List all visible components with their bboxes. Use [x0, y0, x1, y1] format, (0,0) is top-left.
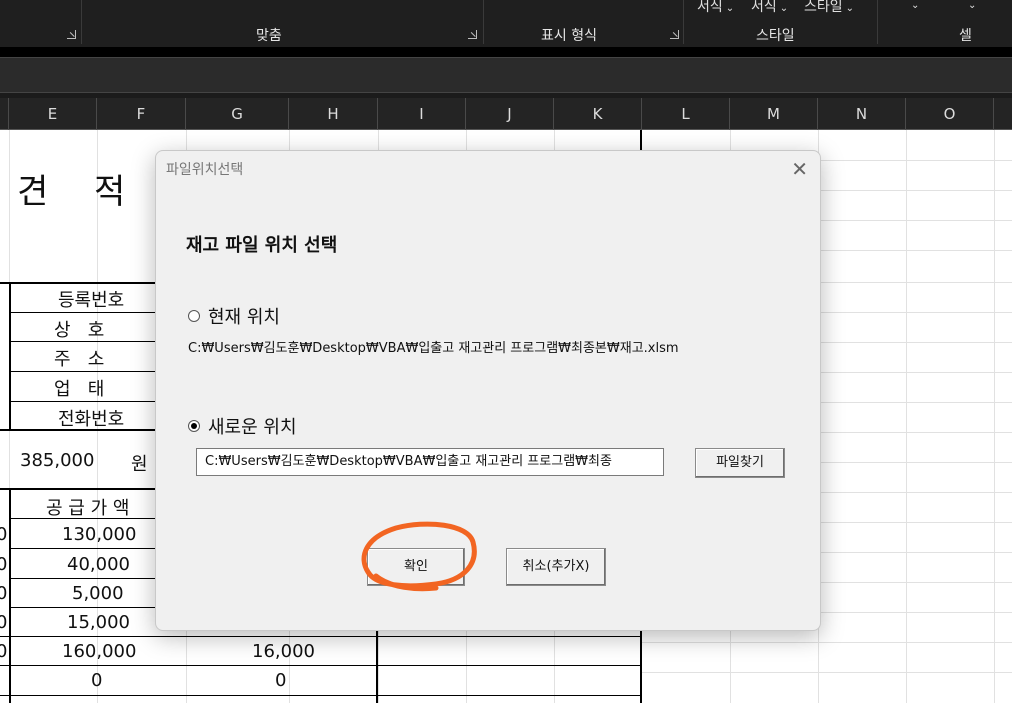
supply-amount-header: 공 급 가 액 [46, 498, 130, 519]
chevron-down-icon: ⌄ [779, 3, 789, 14]
column-header-l[interactable]: L [642, 98, 730, 130]
table-border [0, 282, 160, 284]
label-company-name: 상 호 [54, 320, 105, 341]
table-border [9, 401, 159, 402]
formula-bar[interactable] [0, 57, 1012, 93]
radio-current-location[interactable]: 현재 위치 [188, 303, 280, 329]
dialog-launcher-icon[interactable] [670, 30, 679, 39]
table-border [9, 282, 11, 430]
ribbon-border [0, 47, 1012, 57]
total-unit: 원 [131, 454, 148, 475]
tax-value: 16,000 [252, 641, 315, 662]
column-header-n[interactable]: N [818, 98, 906, 130]
sheet-title-char: 견 [17, 172, 49, 212]
column-header-j[interactable]: J [466, 98, 554, 130]
cell-style-button[interactable]: 스타일 ⌄ [804, 0, 854, 16]
table-format-button[interactable]: 서식 ⌄ [751, 0, 788, 16]
cancel-button[interactable]: 취소(추가X) [506, 548, 606, 586]
partial-cell-value: 0 [0, 554, 8, 575]
chevron-down-icon: ⌄ [845, 3, 855, 14]
radio-current-label: 현재 위치 [208, 307, 280, 328]
gridline [642, 672, 1012, 673]
ribbon-separator [683, 0, 684, 44]
table-border [9, 548, 159, 549]
chevron-down-icon: ⌄ [725, 3, 735, 14]
chevron-down-icon: ⌄ [911, 0, 920, 11]
ribbon-separator [483, 0, 484, 44]
new-path-input[interactable]: C:₩Users₩김도훈₩Desktop₩VBA₩입출고 재고관리 프로그램₩최… [196, 448, 664, 476]
partial-cell-value: 0 [0, 612, 8, 633]
close-icon[interactable]: ✕ [791, 157, 808, 181]
table-border [0, 636, 640, 637]
ribbon-group-alignment-label: 맞춤 [256, 28, 282, 44]
column-header-e[interactable]: E [9, 98, 97, 130]
file-location-dialog: 파일위치선택 ✕ 재고 파일 위치 선택 현재 위치 C:₩Users₩김도훈₩… [155, 150, 821, 631]
gridline [906, 130, 907, 703]
dialog-launcher-icon[interactable] [67, 30, 76, 39]
column-header-h[interactable]: H [289, 98, 378, 130]
column-header-m[interactable]: M [730, 98, 818, 130]
gridline [994, 130, 995, 703]
ribbon-separator [877, 0, 878, 44]
label-address: 주 소 [54, 349, 105, 370]
column-header-i[interactable]: I [378, 98, 466, 130]
table-border [376, 630, 378, 703]
label-business-type: 업 태 [54, 379, 105, 400]
current-path-label: C:₩Users₩김도훈₩Desktop₩VBA₩입출고 재고관리 프로그램₩최… [188, 341, 679, 356]
column-header-o[interactable]: O [906, 98, 994, 130]
browse-file-button[interactable]: 파일찾기 [695, 448, 785, 478]
supply-value: 0 [91, 670, 103, 691]
ribbon-group-cells-label: 셀 [959, 28, 972, 44]
dialog-heading: 재고 파일 위치 선택 [186, 235, 338, 256]
radio-new-location[interactable]: 새로운 위치 [188, 413, 297, 439]
table-border [0, 665, 640, 666]
dialog-launcher-icon[interactable] [468, 30, 477, 39]
column-header-f[interactable]: F [97, 98, 186, 130]
column-header-g[interactable]: G [186, 98, 289, 130]
chevron-down-icon: ⌄ [968, 0, 977, 11]
supply-value: 130,000 [62, 524, 137, 545]
tax-value: 0 [275, 670, 287, 691]
table-border [9, 312, 159, 313]
ribbon-separator [81, 0, 82, 44]
dialog-title: 파일위치선택 [166, 162, 244, 178]
radio-new-label: 새로운 위치 [208, 417, 297, 438]
radio-button-selected-icon[interactable] [188, 420, 200, 432]
table-border [9, 578, 159, 579]
supply-value: 5,000 [72, 583, 124, 604]
table-border [9, 488, 11, 703]
ribbon-group-styles-label: 스타일 [756, 28, 795, 44]
partial-cell-value: 0 [0, 583, 8, 604]
gridline [642, 642, 1012, 643]
label-phone-number: 전화번호 [58, 409, 125, 430]
ribbon-group-number-label: 표시 형식 [541, 28, 597, 44]
supply-value: 15,000 [67, 612, 130, 633]
conditional-format-button[interactable]: 서식 ⌄ [697, 0, 734, 16]
table-border [9, 371, 159, 372]
total-amount: 385,000 [20, 450, 95, 471]
cells-dropdown-button[interactable]: ⌄ [965, 0, 976, 12]
column-header-row: E F G H I J K L M N O [0, 98, 1012, 130]
table-border [0, 488, 160, 490]
partial-cell-value: 0 [0, 641, 8, 662]
supply-value: 160,000 [62, 641, 137, 662]
partial-cell-value: 0 [0, 524, 8, 545]
sheet-title-char: 적 [94, 172, 126, 212]
table-border [9, 607, 159, 608]
column-header-k[interactable]: K [554, 98, 642, 130]
ok-button[interactable]: 확인 [367, 548, 465, 586]
table-border [0, 695, 640, 696]
ribbon: 맞춤 표시 형식 서식 ⌄ 서식 ⌄ 스타일 ⌄ 스타일 ⌄ ⌄ 셀 [0, 0, 1012, 47]
radio-button-icon[interactable] [188, 310, 200, 322]
column-header-partial[interactable] [0, 98, 9, 130]
cells-dropdown-button[interactable]: ⌄ [908, 0, 919, 12]
label-registration-number: 등록번호 [58, 290, 125, 311]
supply-value: 40,000 [67, 554, 130, 575]
